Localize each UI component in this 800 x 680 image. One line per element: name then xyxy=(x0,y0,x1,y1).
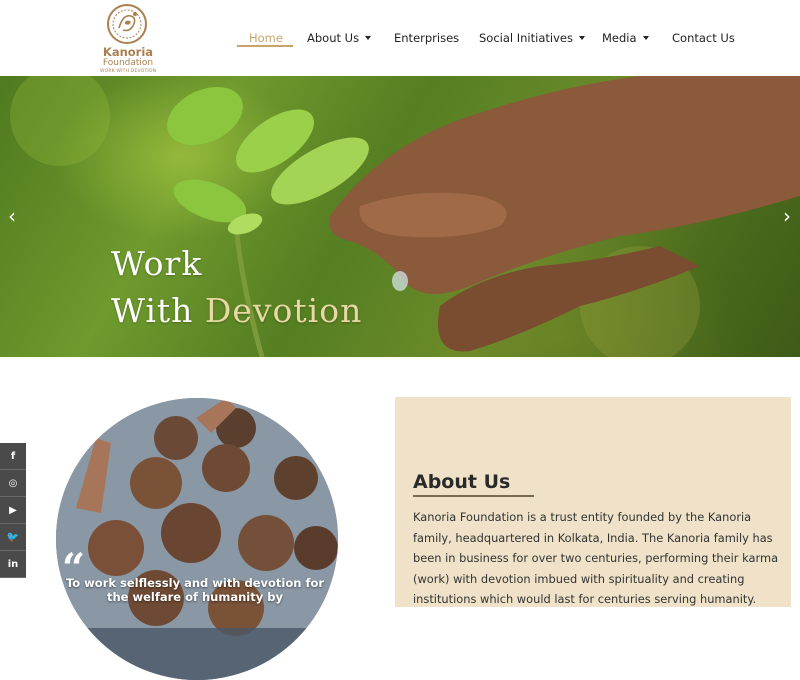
children-photo xyxy=(56,398,338,680)
nav-home-label: Home xyxy=(249,31,283,45)
logo-subtitle: Foundation xyxy=(102,58,154,68)
social-sidebar: f ◎ ▶ 🐦 in xyxy=(0,443,26,578)
nav-about-us-label: About Us xyxy=(307,31,360,45)
logo[interactable]: Kanoria Foundation WORK WITH DEVOTION xyxy=(100,2,156,74)
chevron-right-icon[interactable]: › xyxy=(779,204,795,228)
facebook-icon[interactable]: f xyxy=(0,443,26,470)
nav-social-initiatives-label: Social Initiatives xyxy=(479,31,573,45)
logo-tagline: WORK WITH DEVOTION xyxy=(100,69,157,74)
nav-contact-us-label: Contact Us xyxy=(672,31,735,45)
about-text: Kanoria Foundation is a trust entity fou… xyxy=(413,510,779,606)
about-section: About Us Kanoria Foundation is a trust e… xyxy=(395,397,791,607)
hero-heading-line1: Work xyxy=(111,244,203,283)
nav-media[interactable]: Media xyxy=(602,30,649,48)
nav-social-initiatives[interactable]: Social Initiatives xyxy=(479,30,585,48)
caret-down-icon xyxy=(642,36,649,40)
linkedin-icon[interactable]: in xyxy=(0,551,26,578)
twitter-icon[interactable]: 🐦 xyxy=(0,524,26,551)
caret-down-icon xyxy=(578,36,585,40)
caret-down-icon xyxy=(365,36,372,40)
nav-about-us[interactable]: About Us xyxy=(307,30,372,48)
instagram-icon[interactable]: ◎ xyxy=(0,470,26,497)
nav-enterprises-label: Enterprises xyxy=(394,31,460,45)
about-title: About Us xyxy=(413,471,511,493)
about-title-underline xyxy=(413,495,534,497)
hero-heading-prefix: With xyxy=(111,291,205,330)
site-header: Kanoria Foundation WORK WITH DEVOTION Ho… xyxy=(0,0,800,76)
logo-name: Kanoria xyxy=(102,45,154,59)
logo-emblem-icon xyxy=(107,4,147,44)
children-photo-circle xyxy=(56,398,338,680)
nav-media-label: Media xyxy=(602,31,637,45)
hero-heading-line2: With Devotion xyxy=(111,291,362,330)
chevron-left-icon[interactable]: ‹ xyxy=(4,204,20,228)
nav-enterprises[interactable]: Enterprises xyxy=(394,30,459,48)
hero-slider[interactable]: Work With Devotion ‹ › xyxy=(0,76,800,357)
nav-contact-us[interactable]: Contact Us xyxy=(672,30,735,48)
nav-active-underline xyxy=(237,45,293,47)
hero-heading-accent: Devotion xyxy=(204,291,363,330)
youtube-icon[interactable]: ▶ xyxy=(0,497,26,524)
